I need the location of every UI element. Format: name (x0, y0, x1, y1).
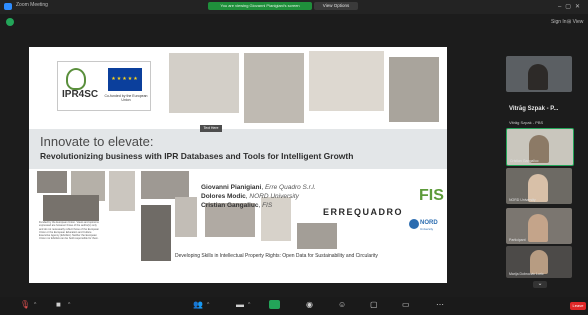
app-title: Zoom Meeting (16, 2, 48, 8)
scroll-down-chevron-icon[interactable]: ⌄ (533, 281, 547, 288)
more-icon[interactable]: ⋯ (436, 300, 444, 309)
participant-tile[interactable]: Participant (506, 208, 572, 244)
errequadro-logo: ERREQUADRO (323, 207, 404, 217)
participant-name: Participant (509, 238, 526, 242)
nord-logo-text: NORD (420, 220, 438, 226)
project-logo-box: IPR4SC ★★★★★ Co-funded by the European U… (57, 61, 151, 111)
participant-silhouette (528, 214, 548, 242)
slide-photo-1 (169, 53, 239, 113)
author-row: Dolores Modic, NORD University (201, 193, 299, 200)
participants-icon[interactable]: 👥 (193, 300, 203, 309)
share-screen-icon[interactable] (269, 300, 280, 309)
slide-subtitle: Revolutionizing business with IPR Databa… (40, 151, 354, 161)
active-speaker-name: Vitrăg Szpak - P... (509, 106, 559, 112)
slide-footer: Developing Skills in Intellectual Proper… (175, 253, 378, 259)
meeting-toolbar (0, 297, 588, 315)
fis-logo: FIS (419, 187, 444, 204)
participant-name: Cristian Gangaliuc (510, 159, 539, 163)
slide-photo-10 (141, 205, 171, 261)
microphone-icon[interactable]: 🎙 (20, 300, 30, 309)
eu-disclaimer: Funded by the European Union. Views and … (39, 221, 99, 241)
chat-options-chevron-icon[interactable]: ^ (248, 302, 250, 308)
slide-photo-2 (244, 53, 304, 123)
project-logo-text: IPR4SC (62, 89, 99, 100)
participant-tile[interactable]: Marija Dobrocvic Loric (506, 246, 572, 278)
participant-tile[interactable]: Cristian Gangaliuc (506, 128, 574, 166)
nord-logo-subtext: University (420, 227, 434, 231)
author-org: FIS (262, 202, 273, 209)
author-name: Cristian Gangaliuc (201, 202, 259, 209)
slide-photo-7 (109, 171, 135, 211)
nord-logo-icon (409, 219, 419, 229)
slide-title: Innovate to elevate: (40, 134, 154, 149)
participant-silhouette (528, 64, 548, 90)
author-name: Dolores Modic (201, 193, 246, 200)
slide-photo-5 (37, 171, 67, 193)
view-options-button[interactable]: View Options (314, 2, 358, 10)
view-label: View (572, 19, 584, 25)
slide-tag: Text Here (200, 125, 222, 132)
shared-slide: IPR4SC ★★★★★ Co-funded by the European U… (29, 47, 447, 283)
audio-options-chevron-icon[interactable]: ^ (34, 302, 36, 308)
participant-tile-top[interactable] (506, 56, 572, 92)
author-row: Cristian Gangaliuc, FIS (201, 202, 273, 209)
participant-name: NORD University (509, 198, 536, 202)
video-options-chevron-icon[interactable]: ^ (68, 302, 70, 308)
author-org: NORD University (249, 193, 299, 200)
slide-photo-11 (175, 197, 197, 237)
participant-tile[interactable]: NORD University (506, 168, 572, 204)
eu-flag-icon: ★★★★★ (108, 68, 142, 91)
slide-photo-9 (43, 195, 99, 221)
screen-share-banner: You are viewing Giovanni Pianigiani's sc… (208, 2, 312, 10)
author-org: Erre Quadro S.r.l. (264, 184, 316, 191)
author-name: Giovanni Pianigiani (201, 184, 262, 191)
apps-icon[interactable]: ▢ (370, 300, 378, 309)
participant-name: Marija Dobrocvic Loric (509, 272, 544, 276)
slide-photo-14 (297, 223, 337, 249)
participant-silhouette (530, 250, 548, 274)
chat-icon[interactable]: ▬ (236, 300, 244, 309)
slide-photo-4 (389, 57, 439, 122)
participants-options-chevron-icon[interactable]: ^ (207, 302, 209, 308)
active-speaker-label: Vitrăg Szpak - PBS (509, 120, 544, 125)
leave-button[interactable]: Leave (570, 302, 586, 310)
window-controls[interactable]: –▢✕ (558, 3, 584, 10)
view-button[interactable]: ⊞ View (567, 19, 583, 25)
security-shield-icon[interactable] (6, 18, 14, 26)
author-row: Giovanni Pianigiani, Erre Quadro S.r.l. (201, 184, 316, 191)
sign-in-link[interactable]: Sign In (551, 19, 567, 25)
eu-caption: Co-funded by the European Union (104, 94, 148, 102)
record-icon[interactable]: ◉ (306, 300, 313, 309)
slide-photo-3 (309, 51, 384, 111)
slide-photo-8 (141, 171, 189, 199)
reactions-icon[interactable]: ☺ (338, 300, 346, 309)
video-camera-icon[interactable]: ■ (56, 300, 61, 309)
whiteboard-icon[interactable]: ▭ (402, 300, 410, 309)
zoom-logo-icon (4, 3, 12, 10)
author-list: Giovanni Pianigiani, Erre Quadro S.r.l. … (201, 183, 316, 210)
lightbulb-leaf-icon (66, 68, 86, 90)
